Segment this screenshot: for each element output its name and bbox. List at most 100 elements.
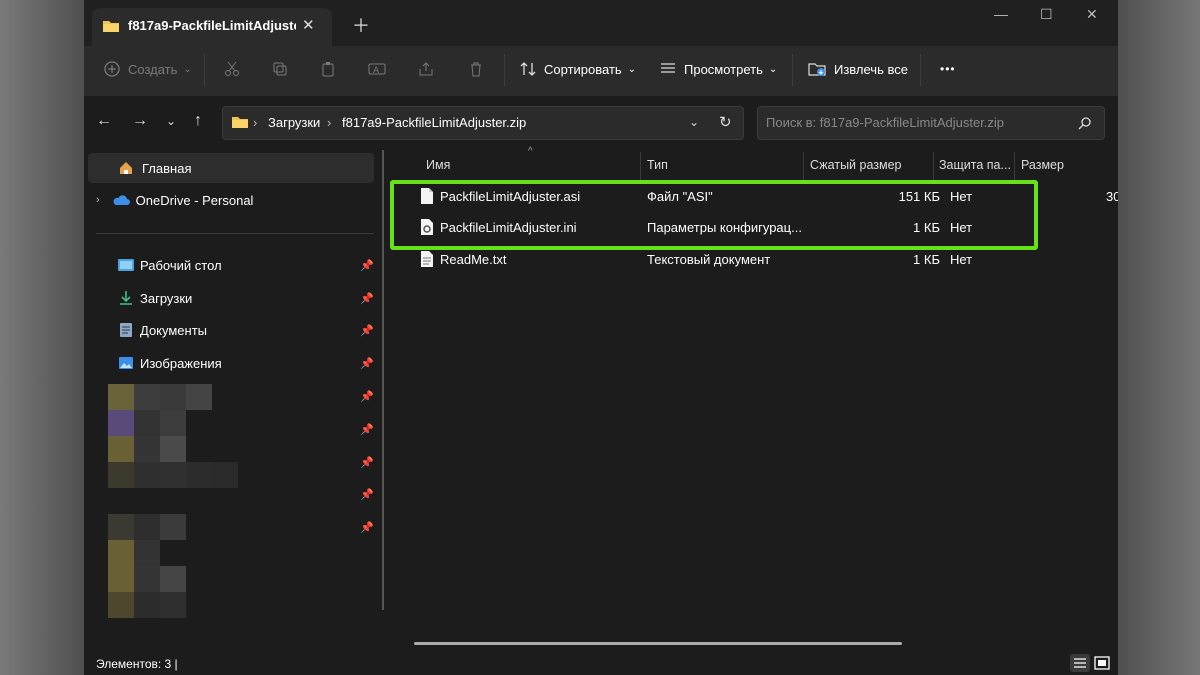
file-type: Текстовый документ	[647, 252, 771, 267]
title-bar: f817a9-PackfileLimitAdjuster.zip ✕ ＋ — ☐…	[84, 0, 1118, 46]
chevron-down-icon: ⌄	[768, 63, 778, 75]
sidebar-scrollbar[interactable]	[382, 150, 384, 610]
toolbar-divider	[204, 54, 205, 86]
create-button[interactable]: Создать ⌄	[104, 46, 192, 92]
close-tab-icon[interactable]: ✕	[302, 16, 315, 34]
file-name: ReadMe.txt	[440, 252, 507, 267]
view-button[interactable]: Просмотреть ⌄	[660, 46, 777, 92]
breadcrumb-separator: ›	[327, 115, 332, 130]
file-protection: Нет	[950, 252, 973, 267]
pictures-icon	[119, 357, 133, 369]
minimize-icon[interactable]: —	[994, 6, 1008, 22]
create-label: Создать	[128, 61, 178, 77]
sidebar-item-documents[interactable]: Документы 📌	[84, 315, 374, 345]
rename-icon: A	[368, 63, 386, 76]
breadcrumb-downloads[interactable]: Загрузки	[268, 115, 320, 130]
pin-icon[interactable]: 📌	[360, 357, 374, 370]
expand-chevron-icon[interactable]: ›	[96, 194, 100, 206]
tab-zip[interactable]: f817a9-PackfileLimitAdjuster.zip ✕	[92, 8, 332, 46]
documents-icon	[120, 323, 132, 337]
sort-label: Сортировать	[544, 61, 622, 77]
sidebar-item-label: OneDrive - Personal	[135, 192, 254, 208]
extract-all-button[interactable]: Извлечь все	[808, 46, 908, 92]
pin-icon[interactable]: 📌	[360, 390, 374, 403]
sort-ascending-icon: ^	[528, 146, 533, 157]
file-explorer-window: f817a9-PackfileLimitAdjuster.zip ✕ ＋ — ☐…	[84, 0, 1118, 675]
column-protection[interactable]: Защита па...	[939, 158, 1011, 172]
rename-button[interactable]: A	[368, 46, 386, 92]
pin-icon[interactable]: 📌	[360, 423, 374, 436]
file-list: ^ Имя Тип Сжатый размер Защита па... Раз…	[388, 146, 1118, 650]
horizontal-scrollbar[interactable]	[414, 642, 902, 645]
sidebar-item-label: Рабочий стол	[140, 257, 222, 273]
delete-button[interactable]	[468, 46, 484, 92]
details-view-button[interactable]	[1070, 654, 1090, 672]
paste-button[interactable]	[320, 46, 336, 92]
status-bar: Элементов: 3 |	[84, 650, 1118, 675]
pin-icon[interactable]: 📌	[360, 324, 374, 337]
column-size[interactable]: Размер	[1021, 158, 1064, 172]
pin-icon[interactable]: 📌	[360, 456, 374, 469]
chevron-down-icon: ⌄	[627, 63, 637, 75]
back-icon[interactable]: ←	[96, 112, 112, 130]
refresh-icon[interactable]: ↻	[719, 113, 732, 131]
file-compressed-size: 1 КБ	[913, 252, 940, 267]
pin-icon[interactable]: 📌	[360, 292, 374, 305]
sidebar-item-label: Изображения	[140, 355, 222, 371]
pin-icon[interactable]: 📌	[360, 521, 374, 534]
cut-button[interactable]	[224, 46, 240, 92]
column-name[interactable]: Имя	[426, 158, 450, 172]
column-type[interactable]: Тип	[647, 158, 668, 172]
sort-button[interactable]: Сортировать ⌄	[520, 46, 636, 92]
sidebar-item-desktop[interactable]: Рабочий стол 📌	[84, 250, 374, 280]
sort-icon	[520, 62, 536, 76]
sidebar-item-home[interactable]: Главная	[88, 153, 374, 183]
copy-button[interactable]	[272, 46, 288, 92]
close-window-icon[interactable]: ✕	[1086, 6, 1098, 23]
forward-icon[interactable]: →	[132, 112, 148, 130]
highlight-box	[390, 180, 1038, 250]
address-row: ← → ⌄ ↑ › Загрузки › f817a9-PackfileLimi…	[84, 96, 1118, 150]
home-icon	[120, 162, 132, 174]
sidebar-item-pictures[interactable]: Изображения 📌	[84, 348, 374, 378]
search-icon	[1078, 117, 1091, 130]
address-bar[interactable]: › Загрузки › f817a9-PackfileLimitAdjuste…	[222, 106, 744, 140]
column-divider	[640, 152, 641, 180]
new-tab-icon[interactable]: ＋	[352, 12, 370, 38]
search-input[interactable]: Поиск в: f817a9-PackfileLimitAdjuster.zi…	[766, 115, 1004, 130]
tiles-view-button[interactable]	[1092, 654, 1112, 672]
sidebar-item-onedrive[interactable]: › OneDrive - Personal	[84, 185, 253, 215]
sidebar-item-label: Главная	[142, 160, 192, 176]
folder-icon	[102, 18, 120, 39]
item-count: Элементов: 3 |	[96, 657, 178, 671]
pin-icon[interactable]: 📌	[360, 259, 374, 272]
column-divider	[933, 152, 934, 180]
column-compressed-size[interactable]: Сжатый размер	[810, 158, 902, 172]
pin-icon[interactable]: 📌	[360, 488, 374, 501]
view-lines-icon	[661, 63, 675, 73]
breadcrumb-zip[interactable]: f817a9-PackfileLimitAdjuster.zip	[342, 115, 526, 130]
download-icon	[120, 291, 132, 305]
sidebar-divider	[96, 233, 374, 234]
up-icon[interactable]: ↑	[194, 112, 202, 130]
maximize-icon[interactable]: ☐	[1040, 6, 1053, 23]
plus-circle-icon	[104, 61, 120, 77]
address-dropdown-icon[interactable]: ⌄	[689, 115, 699, 129]
column-divider	[803, 152, 804, 180]
copy-icon	[273, 62, 287, 76]
recent-chevron-icon[interactable]: ⌄	[166, 114, 176, 128]
more-options-button[interactable]: •••	[940, 46, 956, 92]
toolbar-divider	[920, 54, 921, 86]
file-size-truncated: 30	[1106, 189, 1118, 204]
search-box[interactable]: Поиск в: f817a9-PackfileLimitAdjuster.zi…	[757, 106, 1105, 140]
text-file-icon	[421, 251, 433, 267]
folder-icon	[232, 117, 248, 128]
desktop-icon	[118, 259, 134, 271]
svg-text:A: A	[373, 66, 380, 76]
sidebar-item-downloads[interactable]: Загрузки 📌	[84, 283, 374, 313]
chevron-down-icon: ⌄	[183, 63, 192, 75]
navigation-pane: Главная › OneDrive - Personal Рабочий ст…	[84, 150, 384, 650]
column-divider	[1014, 152, 1015, 180]
view-label: Просмотреть	[684, 61, 763, 77]
share-button[interactable]	[418, 46, 434, 92]
